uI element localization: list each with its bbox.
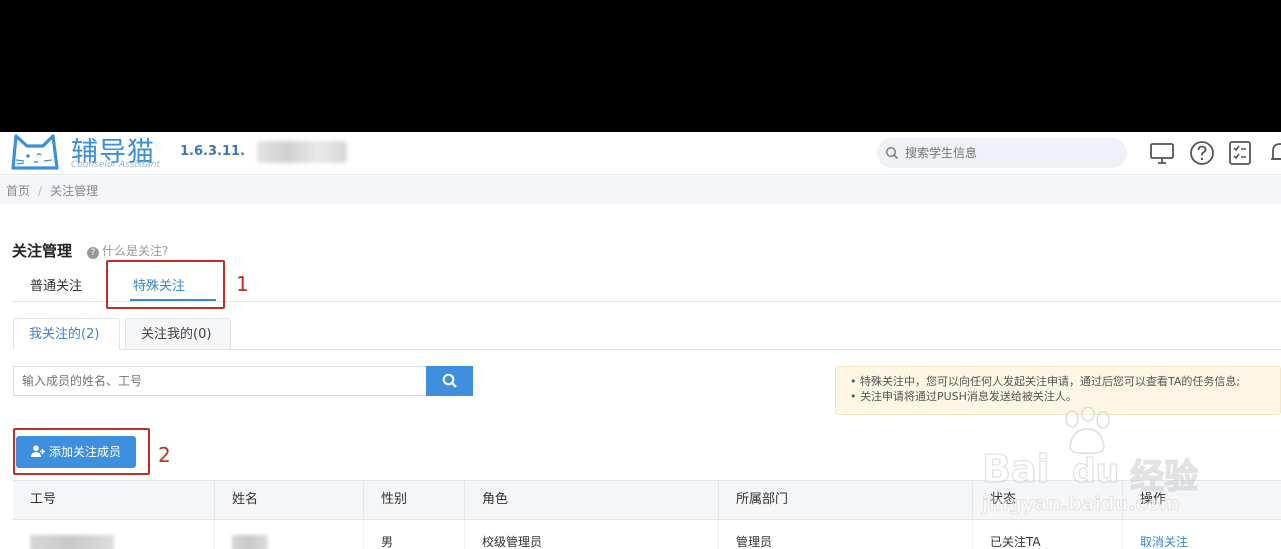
annotation-box-1: [106, 260, 225, 309]
help-link-label: 什么是关注?: [102, 244, 169, 258]
breadcrumb: 首页 / 关注管理: [0, 176, 1281, 204]
tab-follow-me[interactable]: 关注我的(0): [125, 318, 231, 350]
notice-line-2: • 关注申请将通过PUSH消息发送给被关注人。: [850, 390, 1077, 403]
tab-i-follow[interactable]: 我关注的(2): [13, 318, 120, 350]
cell-status: 已关注TA: [972, 520, 1122, 549]
column-header-department: 所属部门: [718, 481, 972, 521]
logo-subtitle: Counselor Assistant: [71, 160, 160, 170]
student-search-box[interactable]: [877, 138, 1127, 168]
column-header-id: 工号: [30, 492, 57, 507]
blurred-name: [232, 534, 268, 549]
help-link[interactable]: ? 什么是关注?: [87, 242, 168, 259]
search-icon: [442, 373, 457, 388]
unfollow-link[interactable]: 取消关注: [1140, 535, 1188, 549]
column-header-action: 操作: [1122, 481, 1281, 521]
column-header-status: 状态: [972, 481, 1122, 521]
annotation-number-1: 1: [236, 272, 249, 296]
monitor-icon[interactable]: [1148, 139, 1176, 167]
member-search-input[interactable]: [13, 366, 427, 396]
question-icon: ?: [87, 247, 99, 259]
cell-id: [13, 520, 214, 549]
annotation-box-2: [13, 428, 150, 475]
black-letterbox-bar: [0, 0, 1281, 132]
top-navbar: 辅导猫 Counselor Assistant 1.6.3.11.: [0, 132, 1281, 175]
blurred-id: [30, 534, 114, 549]
breadcrumb-separator: /: [38, 184, 43, 198]
cell-action: 取消关注: [1122, 520, 1281, 549]
notice-line-1: • 特殊关注中，您可以向任何人发起关注申请，通过后您可以查看TA的任务信息;: [850, 375, 1241, 388]
app-version: 1.6.3.11.: [180, 144, 245, 159]
search-icon: [885, 146, 899, 160]
breadcrumb-home[interactable]: 首页: [6, 182, 30, 199]
cat-logo-icon: [11, 134, 59, 170]
table-row: 男 校级管理员 管理员 已关注TA 取消关注: [13, 520, 1281, 549]
bell-icon[interactable]: [1266, 139, 1281, 167]
student-search-input[interactable]: [905, 142, 1115, 164]
annotation-number-2: 2: [158, 443, 171, 467]
page-title: 关注管理: [12, 242, 73, 260]
help-icon[interactable]: [1188, 139, 1216, 167]
blurred-school-name: [257, 141, 347, 163]
member-search-button[interactable]: [426, 366, 473, 396]
column-header-name: 姓名: [214, 481, 363, 521]
table-header: 工号 姓名 性别 角色 所属部门 状态 操作: [13, 480, 1281, 521]
tab-normal-follow[interactable]: 普通关注: [30, 275, 82, 294]
cell-department: 管理员: [718, 520, 972, 549]
sub-tabs: 我关注的(2) 关注我的(0): [12, 318, 1281, 350]
special-follow-notice: • 特殊关注中，您可以向任何人发起关注申请，通过后您可以查看TA的任务信息; •…: [835, 366, 1281, 415]
task-list-icon[interactable]: [1226, 139, 1254, 167]
cell-name: [214, 520, 363, 549]
column-header-gender: 性别: [363, 481, 464, 521]
cell-role: 校级管理员: [464, 520, 718, 549]
cell-gender: 男: [363, 520, 464, 549]
column-header-role: 角色: [464, 481, 718, 521]
breadcrumb-current: 关注管理: [50, 184, 99, 198]
